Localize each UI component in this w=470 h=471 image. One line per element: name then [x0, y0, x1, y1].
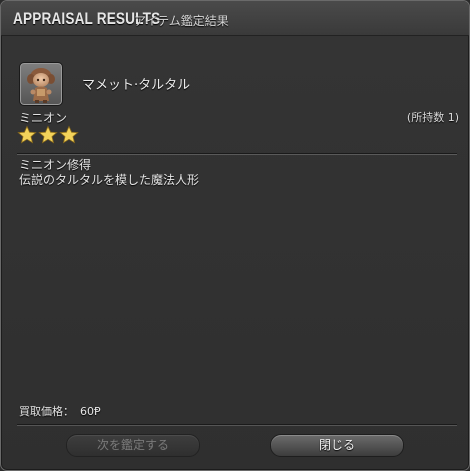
appraisal-window: APPRAISAL RESULTS アイテム鑑定結果 マメット·タルタル ミニオ… [0, 0, 470, 471]
description-line: 伝説のタルタルを模した魔法人形 [19, 173, 200, 187]
divider [17, 153, 457, 155]
description-line: ミニオン修得 [19, 158, 92, 172]
title-bar[interactable]: APPRAISAL RESULTS アイテム鑑定結果 [1, 1, 469, 36]
appraise-next-button[interactable]: 次を鑑定する [66, 434, 200, 457]
sell-price: 買取価格： 60Ᵽ [19, 403, 101, 419]
item-category: ミニオン [19, 111, 68, 125]
price-value: 60 [80, 405, 94, 418]
price-label: 買取価格： [19, 405, 74, 418]
item-description: ミニオン修得 伝説のタルタルを模した魔法人形 [19, 158, 199, 188]
star-icon [17, 125, 37, 144]
item-name: マメット·タルタル [82, 78, 191, 93]
gil-icon: Ᵽ [94, 405, 101, 418]
close-button[interactable]: 閉じる [270, 434, 404, 457]
minion-icon[interactable] [19, 62, 63, 106]
rating-stars [17, 125, 80, 145]
star-icon [38, 125, 58, 144]
footer-divider [17, 424, 457, 426]
star-icon [59, 125, 79, 144]
owned-count: (所持数 1) [406, 111, 459, 124]
window-subtitle: アイテム鑑定結果 [134, 14, 229, 28]
